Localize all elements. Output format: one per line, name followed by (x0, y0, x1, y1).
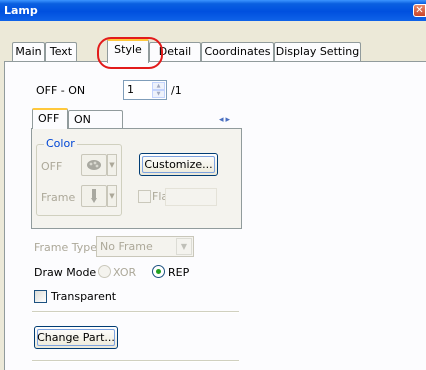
flash-checkbox[interactable] (138, 190, 151, 203)
transparent-checkbox[interactable] (34, 290, 47, 303)
frame-label: Frame (41, 191, 76, 204)
draw-mode-xor-label: XOR (113, 266, 137, 279)
tab-main[interactable]: Main (12, 42, 45, 62)
change-part-button[interactable]: Change Part... (34, 326, 118, 349)
off-on-value: 1 (127, 83, 134, 96)
off-color-button[interactable] (81, 154, 107, 176)
frame-type-select[interactable]: No Frame ▼ (96, 236, 194, 257)
brush-icon (91, 189, 97, 203)
draw-mode-label: Draw Mode (34, 266, 97, 279)
transparent-label: Transparent (51, 290, 117, 303)
off-on-spinner[interactable]: 1 ▲ ▼ (123, 80, 167, 100)
draw-mode-rep-radio[interactable] (152, 265, 165, 278)
spin-up-icon[interactable]: ▲ (152, 82, 165, 90)
divider (32, 360, 239, 362)
close-button[interactable]: ✕ (413, 4, 426, 17)
state-tab-off[interactable]: OFF (32, 108, 68, 129)
draw-mode-rep-label: REP (168, 266, 190, 279)
tab-text[interactable]: Text (45, 42, 77, 62)
frame-type-label: Frame Type (34, 241, 98, 254)
highlight-annotation (97, 37, 163, 69)
divider (32, 311, 239, 313)
chevron-down-icon: ▼ (109, 161, 115, 169)
close-icon: ✕ (415, 5, 424, 16)
tab-scroll-arrows-icon[interactable]: ◂▸ (219, 113, 243, 127)
customize-button[interactable]: Customize... (139, 153, 218, 176)
palette-icon (87, 160, 101, 170)
chevron-down-icon: ▼ (109, 192, 115, 200)
tab-bar: Main Text Style Detail Coordinates Displ… (4, 36, 426, 63)
frame-color-button[interactable] (81, 185, 107, 207)
off-on-label: OFF - ON (36, 84, 86, 97)
title-bar: Lamp ✕ (0, 0, 426, 21)
flash-field (165, 188, 217, 206)
draw-mode-xor-radio[interactable] (98, 265, 111, 278)
window-title: Lamp (4, 4, 38, 17)
spin-down-icon[interactable]: ▼ (152, 90, 165, 98)
tab-display-setting[interactable]: Display Setting (274, 42, 361, 62)
state-tab-on[interactable]: ON (68, 110, 123, 129)
chevron-down-icon: ▼ (176, 238, 192, 255)
off-color-label: OFF (41, 160, 63, 173)
color-legend: Color (44, 137, 77, 150)
tab-coordinates[interactable]: Coordinates (201, 42, 274, 62)
frame-color-dropdown[interactable]: ▼ (107, 185, 117, 207)
off-color-dropdown[interactable]: ▼ (107, 154, 117, 176)
off-on-suffix: /1 (171, 84, 182, 97)
